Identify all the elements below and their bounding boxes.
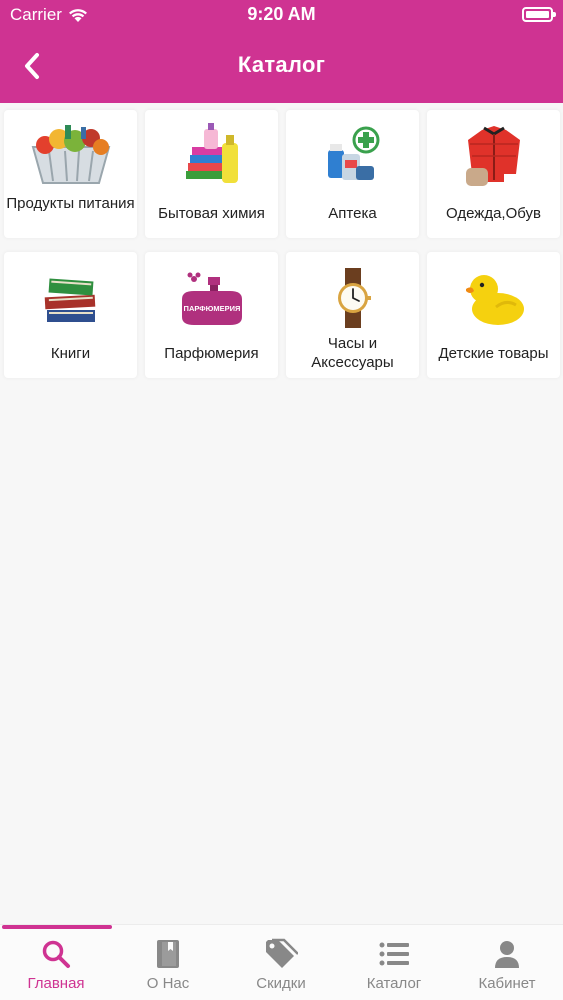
active-tab-indicator <box>2 925 112 929</box>
tab-account[interactable]: Кабинет <box>451 935 563 997</box>
tab-catalog[interactable]: Каталог <box>338 935 450 997</box>
page-title: Каталог <box>237 52 326 77</box>
catalog-item-label: Часы и Аксессуары <box>311 335 394 371</box>
app-header-background: Carrier 9:20 AM Каталог <box>0 0 563 103</box>
catalog-item-perfumery[interactable]: ПАРФЮМЕРИЯ Парфюмерия <box>145 252 278 378</box>
status-bar: Carrier 9:20 AM <box>0 0 563 30</box>
pharmacy-icon <box>327 126 379 180</box>
catalog-item-kids[interactable]: Детские товары <box>427 252 560 378</box>
clothing-icon <box>465 126 520 186</box>
catalog-item-label: Парфюмерия <box>164 345 259 362</box>
tab-home[interactable]: Главная <box>0 935 112 997</box>
book-icon <box>157 940 179 968</box>
catalog-item-books[interactable]: Книги <box>4 252 137 378</box>
tag-icon <box>266 938 298 968</box>
catalog-item-label: Продукты питания <box>6 195 135 212</box>
status-time: 9:20 AM <box>247 4 316 24</box>
user-icon <box>495 941 519 968</box>
svg-text:ПАРФЮМЕРИЯ: ПАРФЮМЕРИЯ <box>183 304 240 313</box>
detergent-icon <box>185 123 238 183</box>
tab-label: Главная <box>27 975 85 992</box>
watch-icon <box>337 268 371 328</box>
rubber-duck-icon <box>465 275 524 325</box>
books-icon <box>44 278 95 322</box>
nav-header: Каталог <box>0 36 563 96</box>
tab-bar: Главная О Нас Скидки Каталог Кабинет <box>0 924 563 1000</box>
catalog-item-label: Аптека <box>328 205 377 222</box>
tab-label: Скидки <box>256 975 306 992</box>
tab-label: Кабинет <box>478 975 536 992</box>
catalog-item-label: Одежда,Обув <box>446 205 541 222</box>
tab-label: Каталог <box>366 975 422 992</box>
grocery-basket-icon <box>31 125 110 184</box>
catalog-item-clothing[interactable]: Одежда,Обув <box>427 110 560 238</box>
perfume-icon: ПАРФЮМЕРИЯ <box>181 272 242 325</box>
tab-label: О Нас <box>146 975 190 992</box>
catalog-item-label: Детские товары <box>438 345 549 362</box>
catalog-item-watches[interactable]: Часы и Аксессуары <box>286 252 419 378</box>
catalog-item-pharmacy[interactable]: Аптека <box>286 110 419 238</box>
catalog-item-label: Книги <box>50 345 91 362</box>
battery-icon <box>522 7 556 22</box>
catalog-item-groceries[interactable]: Продукты питания <box>4 110 137 238</box>
catalog-item-label: Бытовая химия <box>158 205 265 222</box>
catalog-item-household-chemicals[interactable]: Бытовая химия <box>145 110 278 238</box>
tab-discounts[interactable]: Скидки <box>225 935 337 997</box>
tab-about[interactable]: О Нас <box>112 935 224 997</box>
list-icon <box>379 942 409 966</box>
search-icon <box>42 940 70 968</box>
